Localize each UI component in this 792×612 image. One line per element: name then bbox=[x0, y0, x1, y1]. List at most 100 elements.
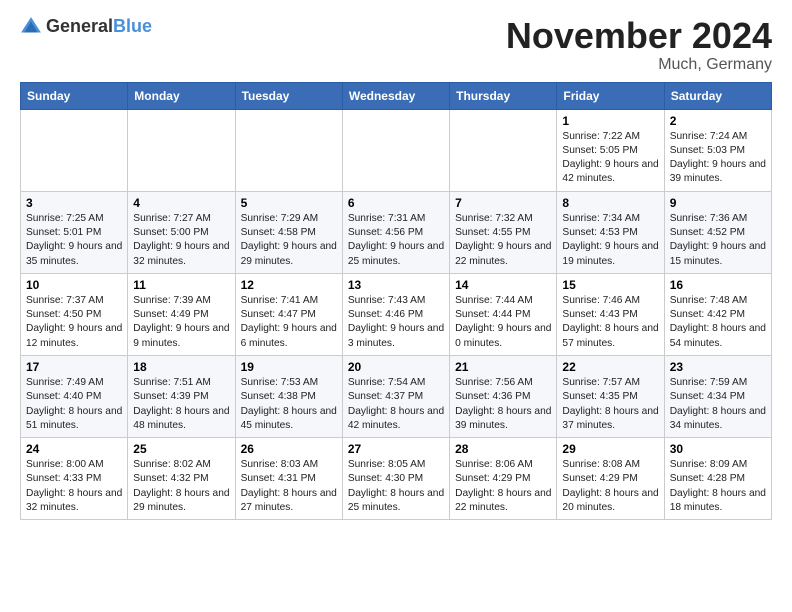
day-info: Sunrise: 7:32 AM Sunset: 4:55 PM Dayligh… bbox=[455, 213, 551, 267]
logo-text: GeneralBlue bbox=[46, 17, 152, 37]
day-number: 27 bbox=[348, 442, 444, 456]
title-block: November 2024 Much, Germany bbox=[506, 16, 772, 74]
calendar-cell: 19Sunrise: 7:53 AM Sunset: 4:38 PM Dayli… bbox=[235, 355, 342, 437]
calendar-cell bbox=[128, 109, 235, 191]
logo: GeneralBlue bbox=[20, 16, 152, 38]
day-info: Sunrise: 8:03 AM Sunset: 4:31 PM Dayligh… bbox=[241, 459, 337, 513]
weekday-header-saturday: Saturday bbox=[664, 82, 771, 109]
day-number: 11 bbox=[133, 278, 229, 292]
calendar-cell: 26 Sunrise: 8:03 AM Sunset: 4:31 PM Dayli… bbox=[235, 438, 342, 520]
week-row-0: 1Sunrise: 7:22 AM Sunset: 5:05 PM Daylig… bbox=[21, 109, 772, 191]
day-info: Sunrise: 8:06 AM Sunset: 4:29 PM Dayligh… bbox=[455, 459, 551, 513]
day-info: Sunrise: 8:00 AM Sunset: 4:33 PM Dayligh… bbox=[26, 459, 122, 513]
week-row-4: 24 Sunrise: 8:00 AM Sunset: 4:33 PM Dayli… bbox=[21, 438, 772, 520]
day-number: 1 bbox=[562, 114, 658, 128]
day-info: Sunrise: 8:09 AM Sunset: 4:28 PM Dayligh… bbox=[670, 459, 766, 513]
calendar-cell: 10 Sunrise: 7:37 AM Sunset: 4:50 PM Dayli… bbox=[21, 273, 128, 355]
calendar-cell: 27Sunrise: 8:05 AM Sunset: 4:30 PM Dayli… bbox=[342, 438, 449, 520]
day-info: Sunrise: 7:43 AM Sunset: 4:46 PM Dayligh… bbox=[348, 295, 444, 349]
day-number: 4 bbox=[133, 196, 229, 210]
calendar-cell: 7 Sunrise: 7:32 AM Sunset: 4:55 PM Daylig… bbox=[450, 191, 557, 273]
calendar-cell: 24 Sunrise: 8:00 AM Sunset: 4:33 PM Dayli… bbox=[21, 438, 128, 520]
day-info: Sunrise: 7:59 AM Sunset: 4:34 PM Dayligh… bbox=[670, 377, 766, 431]
day-number: 29 bbox=[562, 442, 658, 456]
calendar-cell: 6Sunrise: 7:31 AM Sunset: 4:56 PM Daylig… bbox=[342, 191, 449, 273]
day-info: Sunrise: 7:37 AM Sunset: 4:50 PM Dayligh… bbox=[26, 295, 122, 349]
day-info: Sunrise: 7:44 AM Sunset: 4:44 PM Dayligh… bbox=[455, 295, 551, 349]
weekday-header-thursday: Thursday bbox=[450, 82, 557, 109]
calendar-cell: 5Sunrise: 7:29 AM Sunset: 4:58 PM Daylig… bbox=[235, 191, 342, 273]
calendar-cell bbox=[21, 109, 128, 191]
calendar-cell: 11Sunrise: 7:39 AM Sunset: 4:49 PM Dayli… bbox=[128, 273, 235, 355]
day-info: Sunrise: 7:51 AM Sunset: 4:39 PM Dayligh… bbox=[133, 377, 229, 431]
day-info: Sunrise: 7:29 AM Sunset: 4:58 PM Dayligh… bbox=[241, 213, 337, 267]
day-info: Sunrise: 7:25 AM Sunset: 5:01 PM Dayligh… bbox=[26, 213, 122, 267]
header: GeneralBlue November 2024 Much, Germany bbox=[20, 16, 772, 74]
calendar-cell: 9 Sunrise: 7:36 AM Sunset: 4:52 PM Daylig… bbox=[664, 191, 771, 273]
day-info: Sunrise: 7:57 AM Sunset: 4:35 PM Dayligh… bbox=[562, 377, 658, 431]
day-number: 6 bbox=[348, 196, 444, 210]
day-number: 26 bbox=[241, 442, 337, 456]
calendar-cell: 15 Sunrise: 7:46 AM Sunset: 4:43 PM Dayli… bbox=[557, 273, 664, 355]
day-info: Sunrise: 7:34 AM Sunset: 4:53 PM Dayligh… bbox=[562, 213, 658, 267]
calendar-cell bbox=[235, 109, 342, 191]
calendar-cell: 2 Sunrise: 7:24 AM Sunset: 5:03 PM Daylig… bbox=[664, 109, 771, 191]
day-info: Sunrise: 7:53 AM Sunset: 4:38 PM Dayligh… bbox=[241, 377, 337, 431]
day-number: 13 bbox=[348, 278, 444, 292]
day-number: 17 bbox=[26, 360, 122, 374]
week-row-3: 17 Sunrise: 7:49 AM Sunset: 4:40 PM Dayli… bbox=[21, 355, 772, 437]
calendar-cell: 12Sunrise: 7:41 AM Sunset: 4:47 PM Dayli… bbox=[235, 273, 342, 355]
day-number: 8 bbox=[562, 196, 658, 210]
calendar-cell bbox=[450, 109, 557, 191]
calendar-cell: 22 Sunrise: 7:57 AM Sunset: 4:35 PM Dayli… bbox=[557, 355, 664, 437]
page: GeneralBlue November 2024 Much, Germany … bbox=[0, 0, 792, 536]
day-number: 25 bbox=[133, 442, 229, 456]
day-info: Sunrise: 7:46 AM Sunset: 4:43 PM Dayligh… bbox=[562, 295, 658, 349]
day-number: 23 bbox=[670, 360, 766, 374]
day-info: Sunrise: 7:41 AM Sunset: 4:47 PM Dayligh… bbox=[241, 295, 337, 349]
day-number: 15 bbox=[562, 278, 658, 292]
calendar-cell: 18Sunrise: 7:51 AM Sunset: 4:39 PM Dayli… bbox=[128, 355, 235, 437]
day-number: 24 bbox=[26, 442, 122, 456]
calendar-cell: 23 Sunrise: 7:59 AM Sunset: 4:34 PM Dayli… bbox=[664, 355, 771, 437]
calendar-cell: 4 Sunrise: 7:27 AM Sunset: 5:00 PM Daylig… bbox=[128, 191, 235, 273]
day-number: 22 bbox=[562, 360, 658, 374]
calendar-cell: 25 Sunrise: 8:02 AM Sunset: 4:32 PM Dayli… bbox=[128, 438, 235, 520]
day-number: 9 bbox=[670, 196, 766, 210]
day-number: 7 bbox=[455, 196, 551, 210]
day-number: 2 bbox=[670, 114, 766, 128]
day-number: 20 bbox=[348, 360, 444, 374]
logo-icon bbox=[20, 16, 42, 38]
calendar-cell: 16Sunrise: 7:48 AM Sunset: 4:42 PM Dayli… bbox=[664, 273, 771, 355]
calendar-cell: 28 Sunrise: 8:06 AM Sunset: 4:29 PM Dayli… bbox=[450, 438, 557, 520]
calendar-cell: 1Sunrise: 7:22 AM Sunset: 5:05 PM Daylig… bbox=[557, 109, 664, 191]
day-info: Sunrise: 7:48 AM Sunset: 4:42 PM Dayligh… bbox=[670, 295, 766, 349]
calendar-cell: 3Sunrise: 7:25 AM Sunset: 5:01 PM Daylig… bbox=[21, 191, 128, 273]
day-info: Sunrise: 7:56 AM Sunset: 4:36 PM Dayligh… bbox=[455, 377, 551, 431]
day-info: Sunrise: 7:54 AM Sunset: 4:37 PM Dayligh… bbox=[348, 377, 444, 431]
calendar-cell: 20 Sunrise: 7:54 AM Sunset: 4:37 PM Dayli… bbox=[342, 355, 449, 437]
day-number: 10 bbox=[26, 278, 122, 292]
calendar-cell: 29 Sunrise: 8:08 AM Sunset: 4:29 PM Dayli… bbox=[557, 438, 664, 520]
calendar-cell: 8 Sunrise: 7:34 AM Sunset: 4:53 PM Daylig… bbox=[557, 191, 664, 273]
day-number: 28 bbox=[455, 442, 551, 456]
calendar-cell: 13 Sunrise: 7:43 AM Sunset: 4:46 PM Dayli… bbox=[342, 273, 449, 355]
day-info: Sunrise: 8:08 AM Sunset: 4:29 PM Dayligh… bbox=[562, 459, 658, 513]
day-info: Sunrise: 8:02 AM Sunset: 4:32 PM Dayligh… bbox=[133, 459, 229, 513]
day-info: Sunrise: 7:36 AM Sunset: 4:52 PM Dayligh… bbox=[670, 213, 766, 267]
header-row: SundayMondayTuesdayWednesdayThursdayFrid… bbox=[21, 82, 772, 109]
day-info: Sunrise: 7:49 AM Sunset: 4:40 PM Dayligh… bbox=[26, 377, 122, 431]
logo-general: General bbox=[46, 16, 113, 36]
day-info: Sunrise: 7:27 AM Sunset: 5:00 PM Dayligh… bbox=[133, 213, 229, 267]
location: Much, Germany bbox=[506, 56, 772, 74]
calendar-cell: 17 Sunrise: 7:49 AM Sunset: 4:40 PM Dayli… bbox=[21, 355, 128, 437]
day-info: Sunrise: 7:24 AM Sunset: 5:03 PM Dayligh… bbox=[670, 131, 766, 185]
month-title: November 2024 bbox=[506, 16, 772, 56]
logo-blue: Blue bbox=[113, 16, 152, 36]
calendar-table: SundayMondayTuesdayWednesdayThursdayFrid… bbox=[20, 82, 772, 521]
day-number: 14 bbox=[455, 278, 551, 292]
weekday-header-monday: Monday bbox=[128, 82, 235, 109]
calendar-cell: 30Sunrise: 8:09 AM Sunset: 4:28 PM Dayli… bbox=[664, 438, 771, 520]
weekday-header-tuesday: Tuesday bbox=[235, 82, 342, 109]
calendar-cell: 21Sunrise: 7:56 AM Sunset: 4:36 PM Dayli… bbox=[450, 355, 557, 437]
